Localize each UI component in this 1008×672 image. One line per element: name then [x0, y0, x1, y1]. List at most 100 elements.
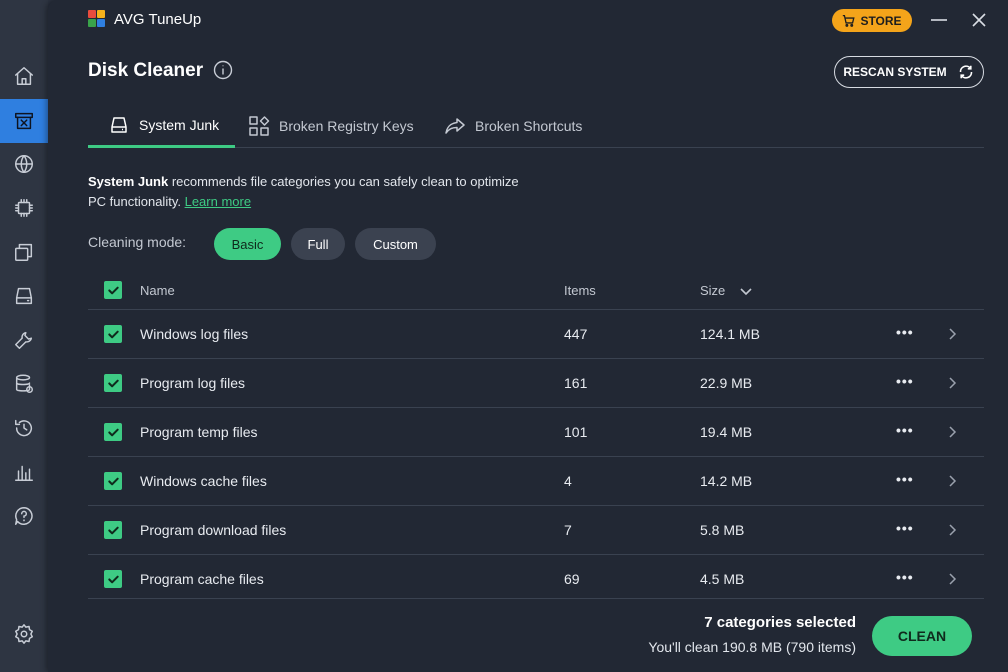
more-options-icon[interactable]: ••• — [896, 373, 914, 393]
row-items: 69 — [564, 571, 580, 587]
wrench-icon — [15, 331, 33, 349]
row-checkbox[interactable] — [104, 521, 122, 539]
row-name: Program cache files — [140, 571, 264, 587]
row-name: Program log files — [140, 375, 246, 391]
drive-icon — [15, 287, 33, 305]
sidebar-item-apps[interactable] — [0, 230, 48, 274]
junk-table: Name Items Size Windows log files 447 12… — [88, 270, 984, 599]
tab-broken-shortcuts[interactable]: Broken Shortcuts — [444, 108, 582, 148]
cart-icon — [843, 14, 856, 27]
disk-cleaner-icon — [15, 112, 33, 130]
rescan-system-button[interactable]: RESCAN SYSTEM — [834, 56, 984, 88]
chevron-down-icon[interactable] — [739, 284, 753, 298]
rescan-label: RESCAN SYSTEM — [843, 65, 947, 79]
tab-system-junk[interactable]: System Junk — [88, 108, 236, 148]
more-options-icon[interactable]: ••• — [896, 520, 914, 540]
database-icon — [15, 374, 33, 393]
row-size: 5.8 MB — [700, 522, 745, 538]
clean-button[interactable]: CLEAN — [872, 616, 972, 656]
home-icon — [15, 67, 33, 85]
sidebar-item-storage[interactable] — [0, 362, 48, 406]
check-icon — [107, 379, 119, 387]
sidebar-item-home[interactable] — [0, 54, 48, 98]
row-items: 7 — [564, 522, 572, 538]
store-label: STORE — [860, 13, 902, 28]
info-icon[interactable] — [213, 60, 233, 80]
sidebar-item-history[interactable] — [0, 406, 48, 450]
table-row[interactable]: Program log files 161 22.9 MB ••• — [88, 359, 984, 408]
categories-selected-text: 7 categories selected — [704, 614, 856, 631]
more-options-icon[interactable]: ••• — [896, 569, 914, 589]
table-row[interactable]: Program temp files 101 19.4 MB ••• — [88, 408, 984, 457]
sidebar-item-tools[interactable] — [0, 318, 48, 362]
close-button[interactable] — [968, 9, 990, 31]
minimize-icon — [931, 19, 947, 21]
more-options-icon[interactable]: ••• — [896, 422, 914, 442]
row-size: 22.9 MB — [700, 375, 753, 391]
sidebar-item-performance[interactable] — [0, 186, 48, 230]
column-size[interactable]: Size — [700, 283, 725, 298]
table-row[interactable]: Program cache files 69 4.5 MB ••• — [88, 555, 984, 599]
sidebar-item-drives[interactable] — [0, 274, 48, 318]
learn-more-link[interactable]: Learn more — [185, 194, 251, 209]
sidebar-item-settings[interactable] — [0, 612, 48, 656]
tab-broken-registry-keys[interactable]: Broken Registry Keys — [248, 108, 414, 148]
shortcut-arrow-icon — [445, 118, 465, 134]
chevron-right-icon[interactable] — [946, 375, 958, 391]
check-icon — [107, 575, 119, 583]
check-icon — [107, 526, 119, 534]
registry-icon — [249, 116, 270, 136]
row-items: 447 — [564, 326, 588, 342]
row-checkbox[interactable] — [104, 423, 122, 441]
sidebar-item-reports[interactable] — [0, 450, 48, 494]
windows-stack-icon — [15, 243, 33, 261]
check-icon — [107, 286, 119, 294]
table-row[interactable]: Program download files 7 5.8 MB ••• — [88, 506, 984, 555]
more-options-icon[interactable]: ••• — [896, 471, 914, 491]
row-name: Windows log files — [140, 326, 249, 342]
tab-label: Broken Shortcuts — [475, 118, 583, 134]
store-button[interactable]: STORE — [832, 9, 912, 32]
sidebar-item-help[interactable] — [0, 494, 48, 538]
row-name: Windows cache files — [140, 473, 267, 489]
more-options-icon[interactable]: ••• — [896, 324, 914, 344]
sidebar-item-internet[interactable] — [0, 142, 48, 186]
sidebar-item-disk-cleaner[interactable] — [0, 99, 48, 143]
chevron-right-icon[interactable] — [946, 571, 958, 587]
minimize-button[interactable] — [928, 9, 950, 31]
table-row[interactable]: Windows log files 447 124.1 MB ••• — [88, 310, 984, 359]
tab-label: System Junk — [139, 116, 220, 133]
drive-icon — [111, 116, 127, 133]
tab-label: Broken Registry Keys — [279, 118, 414, 134]
chevron-right-icon[interactable] — [946, 522, 958, 538]
clean-summary-text: You'll clean 190.8 MB (790 items) — [648, 639, 856, 655]
chip-icon — [15, 199, 33, 217]
row-items: 101 — [564, 424, 588, 440]
column-items[interactable]: Items — [564, 283, 596, 298]
table-row[interactable]: Windows cache files 4 14.2 MB ••• — [88, 457, 984, 506]
table-header: Name Items Size — [88, 270, 984, 310]
description: System Junk recommends file categories y… — [88, 172, 528, 212]
check-icon — [107, 428, 119, 436]
mode-basic-button[interactable]: Basic — [214, 228, 281, 260]
chevron-right-icon[interactable] — [946, 424, 958, 440]
main-panel: AVG TuneUp STORE Disk Cleaner RESCAN SYS… — [48, 0, 1008, 672]
select-all-checkbox[interactable] — [104, 281, 122, 299]
chevron-right-icon[interactable] — [946, 473, 958, 489]
row-size: 4.5 MB — [700, 571, 745, 587]
mode-custom-button[interactable]: Custom — [355, 228, 436, 260]
column-name[interactable]: Name — [140, 283, 175, 298]
chart-icon — [15, 465, 33, 481]
globe-icon — [15, 155, 33, 173]
chevron-right-icon[interactable] — [946, 326, 958, 342]
sidebar — [0, 0, 48, 672]
check-icon — [107, 477, 119, 485]
row-size: 19.4 MB — [700, 424, 753, 440]
row-checkbox[interactable] — [104, 472, 122, 490]
row-size: 14.2 MB — [700, 473, 753, 489]
row-checkbox[interactable] — [104, 570, 122, 588]
row-size: 124.1 MB — [700, 326, 760, 342]
row-checkbox[interactable] — [104, 325, 122, 343]
mode-full-button[interactable]: Full — [291, 228, 345, 260]
row-checkbox[interactable] — [104, 374, 122, 392]
